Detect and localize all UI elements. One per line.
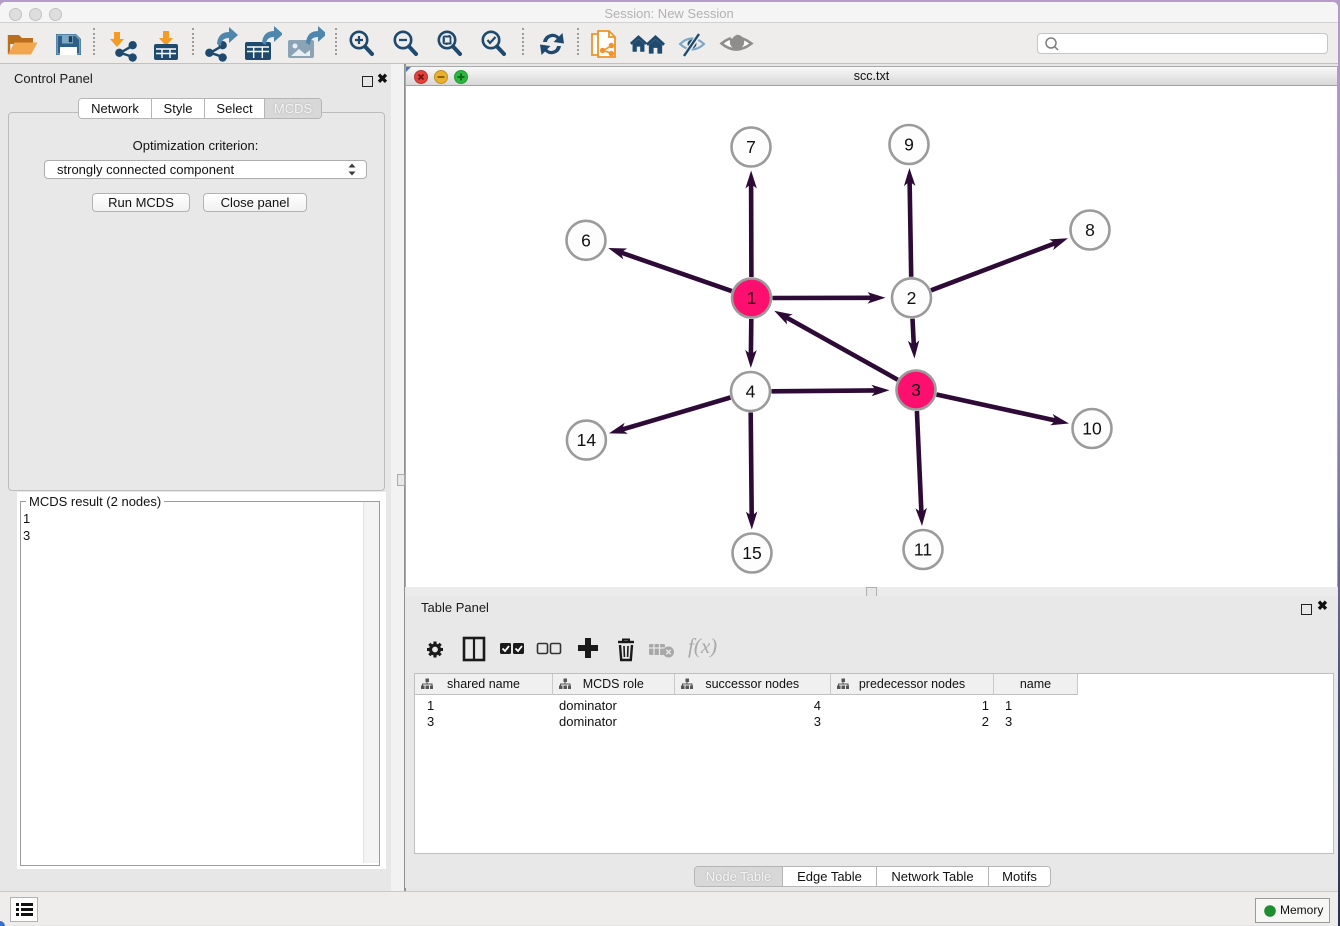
- svg-text:10: 10: [1082, 419, 1102, 439]
- svg-text:6: 6: [581, 230, 591, 250]
- svg-text:8: 8: [1085, 220, 1095, 240]
- svg-text:1: 1: [747, 288, 757, 308]
- svg-text:2: 2: [907, 288, 917, 308]
- svg-text:3: 3: [911, 380, 921, 400]
- svg-text:9: 9: [904, 135, 914, 155]
- svg-text:7: 7: [746, 137, 756, 157]
- svg-text:14: 14: [577, 430, 597, 450]
- svg-text:11: 11: [914, 540, 932, 560]
- svg-text:15: 15: [742, 543, 761, 563]
- svg-text:4: 4: [746, 382, 756, 402]
